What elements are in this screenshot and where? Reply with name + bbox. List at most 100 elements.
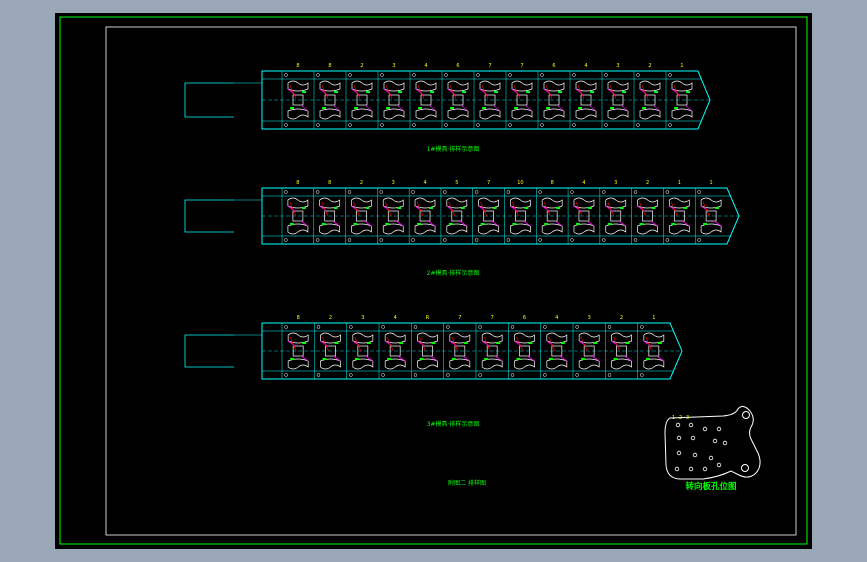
tool-mark <box>651 207 656 209</box>
pilot-hole <box>413 325 418 329</box>
station-number: 2 <box>360 180 363 186</box>
pilot-hole <box>575 373 579 377</box>
pilot-hole <box>640 325 644 329</box>
tool-mark <box>322 358 327 360</box>
blank-part <box>543 108 565 120</box>
detail-marker-3: 3 <box>686 415 689 421</box>
blank-part <box>514 358 535 370</box>
pilot-hole <box>381 373 385 377</box>
station-number: 8 <box>328 63 331 69</box>
pilot-hole <box>413 373 418 377</box>
pilot-hole <box>508 123 512 127</box>
station-number: 3 <box>361 315 364 321</box>
tool-mark <box>492 207 497 209</box>
feed-bracket <box>184 82 234 118</box>
tool-mark <box>290 107 294 109</box>
blank-part <box>352 332 374 344</box>
tool-mark <box>365 207 370 209</box>
pilot-hole <box>697 190 701 194</box>
blank-part <box>351 223 372 235</box>
plate-hole <box>708 455 714 461</box>
pilot-hole <box>607 373 612 377</box>
blank-part <box>287 223 309 235</box>
pilot-hole <box>380 73 384 77</box>
station-number: 1 <box>710 180 713 186</box>
tool-mark <box>610 107 614 109</box>
blank-part <box>575 108 597 120</box>
blank-part <box>415 80 437 92</box>
tool-mark <box>398 91 402 93</box>
pilot-hole <box>284 73 288 77</box>
carrier-link <box>287 205 296 212</box>
blank-part <box>643 358 665 370</box>
carrier-link <box>637 205 645 212</box>
blank-part <box>511 80 533 92</box>
plate-hole <box>688 466 694 472</box>
inner-border <box>105 26 797 536</box>
blank-part <box>510 197 531 209</box>
blank-part <box>384 358 406 370</box>
blank-part <box>481 332 503 344</box>
station-number: 7 <box>487 180 490 186</box>
pilot-hole <box>540 73 544 77</box>
plate-hole <box>716 462 722 468</box>
blank-part <box>287 358 309 370</box>
blank-part <box>611 358 632 370</box>
tool-mark <box>593 342 598 344</box>
blank-part <box>671 80 693 92</box>
blank-part <box>351 80 373 92</box>
station-number: 4 <box>424 63 427 69</box>
pilot-hole <box>575 325 579 329</box>
tool-mark <box>514 107 518 109</box>
carrier-link <box>559 355 568 362</box>
pilot-hole <box>284 123 288 127</box>
tool-mark <box>496 342 501 344</box>
blank-part <box>319 223 341 235</box>
pilot-hole <box>316 325 321 329</box>
plate-hole <box>676 450 682 456</box>
pilot-hole <box>443 238 447 242</box>
blank-part <box>611 332 632 344</box>
pilot-hole <box>347 238 352 242</box>
pilot-hole <box>476 73 480 77</box>
pilot-hole <box>443 190 447 194</box>
station-number: 3 <box>392 63 395 69</box>
pilot-hole <box>284 190 288 194</box>
pilot-hole <box>316 123 320 127</box>
station-number: 3 <box>616 63 619 69</box>
pilot-hole <box>348 73 352 77</box>
plate-hole <box>712 438 718 444</box>
carrier-link <box>656 355 665 362</box>
plate-hole <box>722 440 728 446</box>
tool-mark <box>581 358 586 360</box>
plate-hole <box>742 411 750 419</box>
blank-part <box>573 223 595 235</box>
station-number: 8 <box>296 63 299 69</box>
carrier-link <box>430 355 438 362</box>
tool-mark <box>451 358 456 360</box>
pilot-hole <box>506 190 511 194</box>
carrier-link <box>449 340 458 347</box>
carrier-link <box>332 220 340 227</box>
blank-part <box>446 197 468 209</box>
tool-mark <box>397 207 402 209</box>
pilot-hole <box>315 190 320 194</box>
turning-plate-detail: 1 2 3 转向板孔位图 <box>664 405 761 492</box>
blank-part <box>287 197 309 209</box>
blank-part <box>478 197 499 209</box>
blank-part <box>510 223 531 235</box>
carrier-link <box>287 340 296 347</box>
blank-part <box>320 332 341 344</box>
pilot-hole <box>348 123 352 127</box>
pilot-hole <box>446 325 450 329</box>
carrier-link <box>417 340 425 347</box>
blank-part <box>447 80 469 92</box>
station-number: 7 <box>491 315 494 321</box>
cad-viewport: 8 8 2 3 4 6 7 7 6 4 3 2 1 8 8 2 3 4 5 7 10 8 4 3 2 1 1 8 2 3 4 R 7 7 6 4 3 2 1… <box>55 13 812 549</box>
pilot-hole <box>474 238 479 242</box>
pilot-hole <box>540 123 544 127</box>
feed-bracket <box>184 199 234 233</box>
blank-part <box>352 358 374 370</box>
pilot-hole <box>668 73 672 77</box>
detail-marker-2: 2 <box>679 415 682 421</box>
